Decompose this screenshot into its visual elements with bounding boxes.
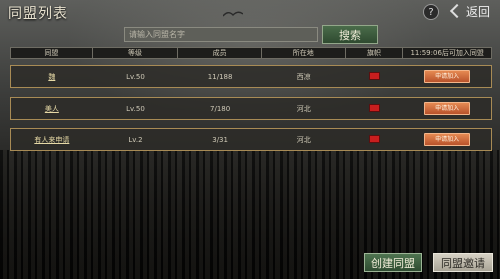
table-row: 美人 Lv.50 7/180 河北 申请加入 <box>10 97 492 120</box>
alliance-members: 7/180 <box>210 104 231 113</box>
column-header-join-timer: 11:59:06后可加入同盟 <box>410 49 484 57</box>
alliance-name-link[interactable]: 有人来申请 <box>34 136 69 144</box>
alliance-level: Lv.50 <box>126 72 145 81</box>
alliance-location: 河北 <box>296 104 311 113</box>
bird-icon <box>223 11 243 17</box>
table-row: 有人来申请 Lv.2 3/31 河北 申请加入 <box>10 128 492 151</box>
alliance-members: 3/31 <box>212 135 228 144</box>
column-header-flag: 旗帜 <box>346 48 404 58</box>
search-button[interactable]: 搜索 <box>322 25 378 44</box>
alliance-name-link[interactable]: 魏 <box>48 73 55 81</box>
alliance-table: 同盟 等级 成员 所在地 旗帜 11:59:06后可加入同盟 魏 Lv.50 1… <box>10 47 492 157</box>
column-header-location: 所在地 <box>262 48 346 58</box>
apply-join-button[interactable]: 申请加入 <box>424 133 471 146</box>
create-alliance-button[interactable]: 创建同盟 <box>364 253 422 272</box>
column-header-level: 等级 <box>93 48 179 58</box>
flag-icon <box>368 134 380 143</box>
alliance-level: Lv.50 <box>126 104 145 113</box>
page-title: 同盟列表 <box>8 6 68 22</box>
alliance-name-link[interactable]: 美人 <box>45 105 59 113</box>
alliance-location: 西凉 <box>296 72 311 81</box>
help-button[interactable]: ? <box>423 4 439 20</box>
alliance-invite-button[interactable]: 同盟邀请 <box>433 253 493 272</box>
apply-join-button[interactable]: 申请加入 <box>424 102 471 115</box>
back-button[interactable]: 返回 <box>449 3 496 19</box>
search-input[interactable]: 请输入同盟名字 <box>124 27 318 42</box>
apply-join-button[interactable]: 申请加入 <box>424 70 471 83</box>
alliance-location: 河北 <box>296 135 311 144</box>
flag-icon <box>368 71 380 80</box>
back-arrow-icon <box>449 3 465 19</box>
column-header-members: 成员 <box>178 48 262 58</box>
alliance-level: Lv.2 <box>128 135 143 144</box>
table-header: 同盟 等级 成员 所在地 旗帜 11:59:06后可加入同盟 <box>10 47 492 59</box>
flag-icon <box>368 103 380 112</box>
back-label: 返回 <box>466 4 491 19</box>
army-crowd-background <box>0 150 500 279</box>
alliance-members: 11/188 <box>207 72 233 81</box>
column-header-alliance: 同盟 <box>11 48 93 58</box>
table-row: 魏 Lv.50 11/188 西凉 申请加入 <box>10 65 492 88</box>
help-icon: ? <box>428 6 434 18</box>
